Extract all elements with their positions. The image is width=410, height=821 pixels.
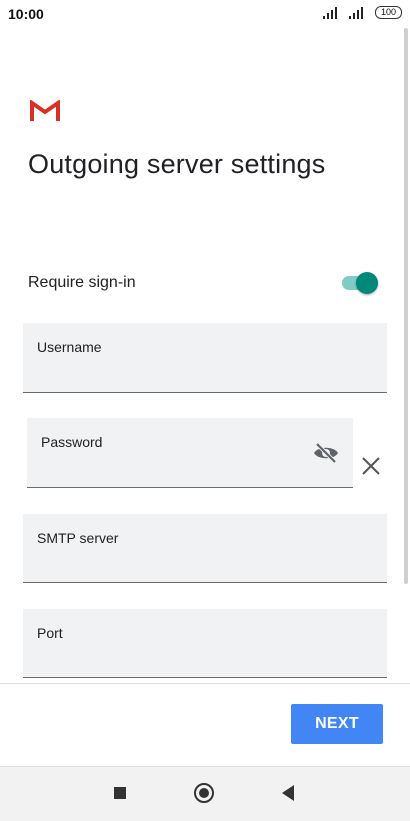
smtp-server-label: SMTP server xyxy=(37,530,119,546)
back-icon[interactable] xyxy=(282,785,294,801)
password-label: Password xyxy=(41,434,103,450)
smtp-server-field[interactable]: SMTP server xyxy=(23,514,387,583)
visibility-off-icon[interactable] xyxy=(313,442,339,464)
toggle-thumb xyxy=(356,272,378,294)
next-button[interactable]: NEXT xyxy=(291,704,383,744)
recents-icon[interactable] xyxy=(114,787,126,799)
port-label: Port xyxy=(37,625,63,641)
username-field[interactable]: Username xyxy=(23,323,387,393)
signal-icon xyxy=(322,6,337,19)
clear-icon[interactable] xyxy=(360,455,382,477)
require-signin-label: Require sign-in xyxy=(28,274,136,291)
status-time: 10:00 xyxy=(8,6,44,22)
home-icon[interactable] xyxy=(194,783,214,803)
port-field[interactable]: Port xyxy=(23,609,387,678)
page-title: Outgoing server settings xyxy=(28,149,326,179)
status-icons: 100 xyxy=(322,6,402,19)
divider xyxy=(0,683,410,684)
password-field[interactable]: Password xyxy=(27,418,353,488)
gmail-logo-icon xyxy=(30,100,60,121)
username-label: Username xyxy=(37,339,102,355)
battery-icon: 100 xyxy=(374,6,402,19)
signal-icon-2 xyxy=(348,6,363,19)
scrollbar[interactable] xyxy=(404,28,408,584)
require-signin-toggle[interactable] xyxy=(342,272,380,294)
